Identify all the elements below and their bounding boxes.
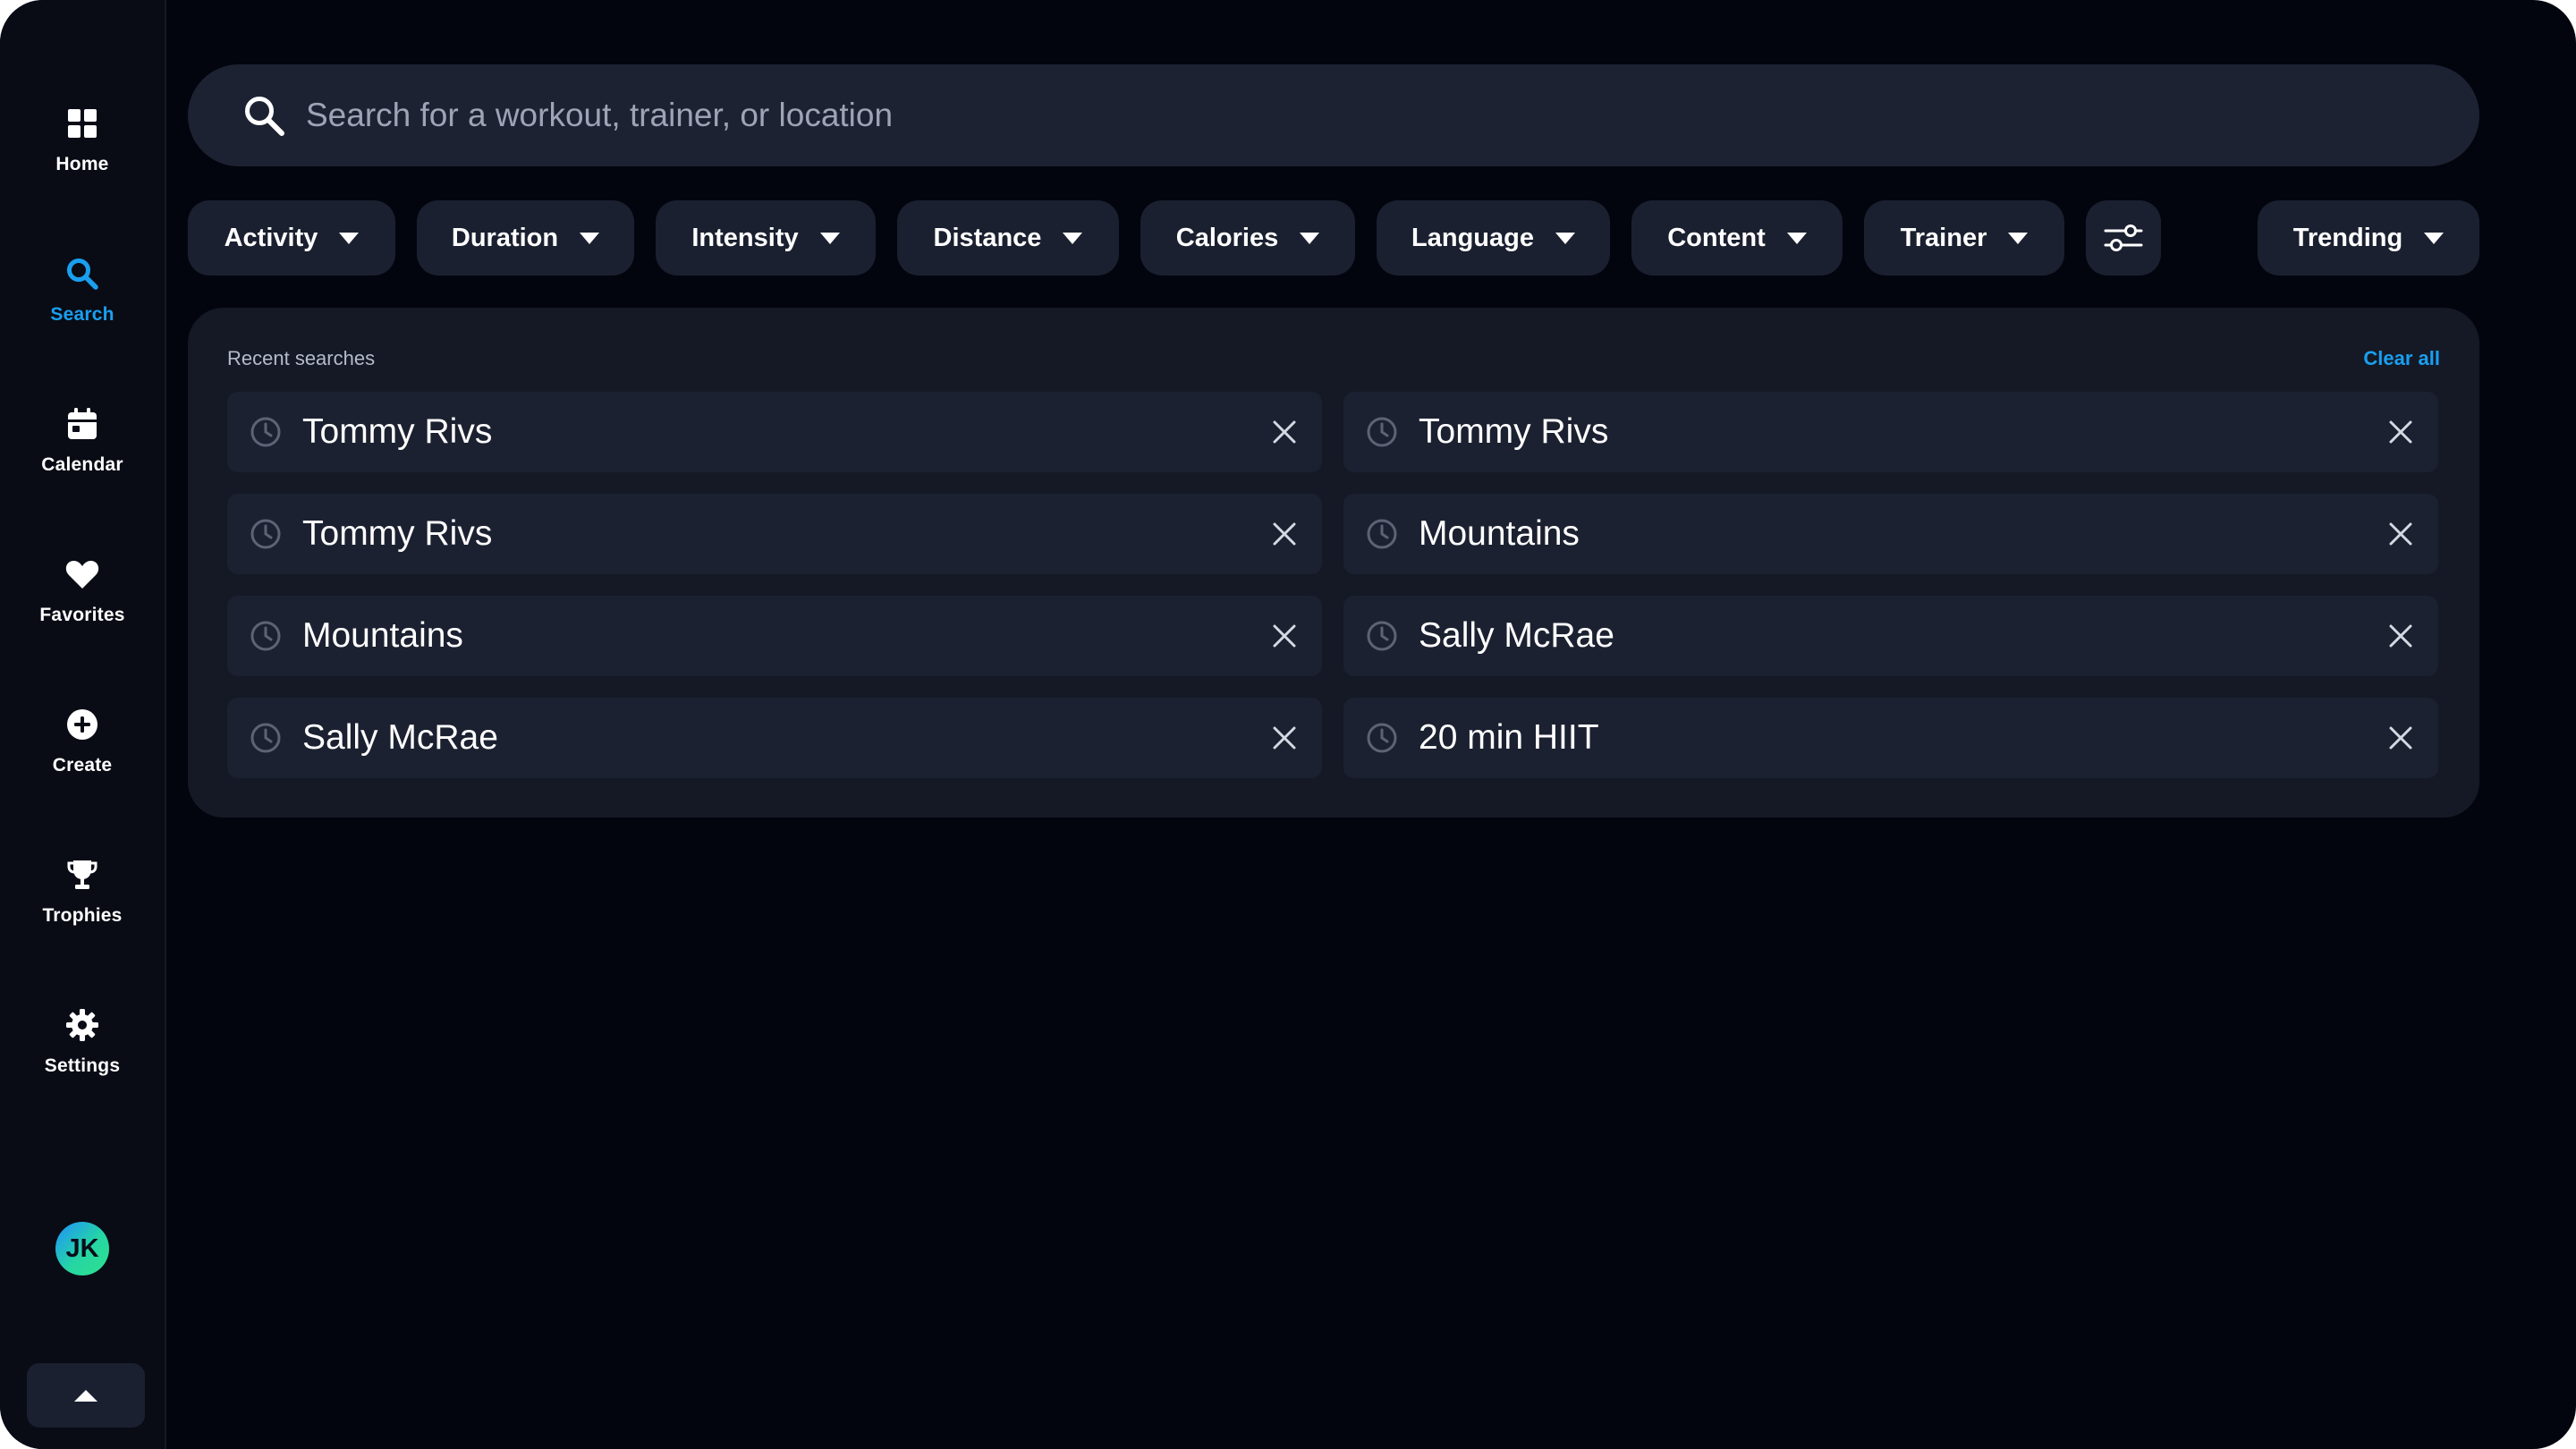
clock-icon [249,517,283,551]
clock-icon [249,721,283,755]
caret-down-icon [580,232,600,244]
filter-label: Distance [933,223,1042,252]
sidebar-item-label: Trophies [42,905,123,926]
filter-label: Duration [451,223,559,252]
clock-icon [1365,721,1399,755]
close-icon[interactable] [1267,618,1302,654]
filter-label: Activity [224,223,318,252]
sliders-icon [2103,220,2144,256]
recent-search-item[interactable]: Mountains [1343,494,2438,574]
plus-circle-icon [64,707,100,742]
app-window: Home Search Calendar Favorites Create Tr… [0,0,2576,1449]
filter-distance[interactable]: Distance [897,200,1119,275]
sidebar-item-label: Create [52,755,113,775]
search-icon [64,256,100,292]
recent-search-item[interactable]: Tommy Rivs [1343,392,2438,472]
recent-search-label: Mountains [302,616,463,655]
sort-dropdown[interactable]: Trending [2258,200,2479,275]
clock-icon [1365,415,1399,449]
recent-search-item[interactable]: 20 min HIIT [1343,698,2438,778]
close-icon[interactable] [1267,720,1302,756]
gear-icon [64,1007,100,1043]
filter-label: Intensity [691,223,799,252]
avatar[interactable]: JK [55,1222,109,1275]
search-input[interactable] [304,96,2479,135]
more-filters-button[interactable] [2086,200,2161,275]
sidebar-item-search[interactable]: Search [0,256,165,354]
caret-down-icon [1063,232,1083,244]
caret-down-icon [1786,232,1807,244]
clock-icon [249,415,283,449]
recent-search-item[interactable]: Tommy Rivs [227,392,1322,472]
filter-label: Trainer [1900,223,1987,252]
recent-search-item[interactable]: Mountains [227,596,1322,676]
recent-search-item[interactable]: Sally McRae [1343,596,2438,676]
caret-down-icon [339,232,360,244]
close-icon[interactable] [2383,618,2419,654]
sidebar: Home Search Calendar Favorites Create Tr… [0,0,166,1449]
close-icon[interactable] [2383,414,2419,450]
sidebar-item-calendar[interactable]: Calendar [0,406,165,504]
recent-search-label: Mountains [1419,514,1580,553]
caret-down-icon [2424,232,2445,244]
trophy-icon [64,857,100,893]
sidebar-item-create[interactable]: Create [0,707,165,805]
sidebar-item-home[interactable]: Home [0,106,165,204]
sidebar-item-label: Calendar [41,454,123,475]
filter-label: Content [1667,223,1766,252]
filter-label: Calories [1175,223,1279,252]
sidebar-item-label: Home [55,154,109,174]
recent-searches-title: Recent searches [227,347,376,369]
caret-down-icon [1300,232,1320,244]
close-icon[interactable] [1267,414,1302,450]
close-icon[interactable] [1267,516,1302,552]
clock-icon [249,619,283,653]
close-icon[interactable] [2383,516,2419,552]
heart-icon [64,556,100,592]
recent-searches-panel: Recent searches Clear all Tommy Rivs Tom… [188,308,2479,818]
recent-search-label: Sally McRae [302,718,498,757]
caret-down-icon [1555,232,1575,244]
sort-label: Trending [2292,223,2403,252]
search-icon [242,93,286,138]
search-bar[interactable] [188,64,2479,166]
filter-intensity[interactable]: Intensity [656,200,876,275]
filter-trainer[interactable]: Trainer [1864,200,2064,275]
grid-icon [64,106,100,141]
recent-search-label: 20 min HIIT [1419,718,1599,757]
filter-calories[interactable]: Calories [1140,200,1355,275]
clock-icon [1365,517,1399,551]
recent-search-item[interactable]: Sally McRae [227,698,1322,778]
caret-down-icon [2008,232,2029,244]
filter-label: Language [1411,223,1534,252]
close-icon[interactable] [2383,720,2419,756]
recent-search-label: Tommy Rivs [302,514,493,553]
clock-icon [1365,619,1399,653]
chevron-up-icon [74,1389,97,1402]
sidebar-item-settings[interactable]: Settings [0,1007,165,1106]
clear-all-link[interactable]: Clear all [2363,347,2440,370]
sidebar-item-label: Search [50,304,114,325]
sidebar-item-label: Settings [44,1055,121,1076]
calendar-icon [64,406,100,442]
filter-duration[interactable]: Duration [417,200,634,275]
sidebar-item-trophies[interactable]: Trophies [0,857,165,955]
filter-language[interactable]: Language [1377,200,1610,275]
recent-search-label: Tommy Rivs [1419,412,1609,451]
collapse-button[interactable] [27,1363,145,1428]
caret-down-icon [819,232,840,244]
recent-search-item[interactable]: Tommy Rivs [227,494,1322,574]
sidebar-item-label: Favorites [39,605,125,625]
recent-search-label: Sally McRae [1419,616,1614,655]
sidebar-item-favorites[interactable]: Favorites [0,556,165,655]
recent-search-label: Tommy Rivs [302,412,493,451]
filter-activity[interactable]: Activity [188,200,395,275]
filter-content[interactable]: Content [1631,200,1843,275]
